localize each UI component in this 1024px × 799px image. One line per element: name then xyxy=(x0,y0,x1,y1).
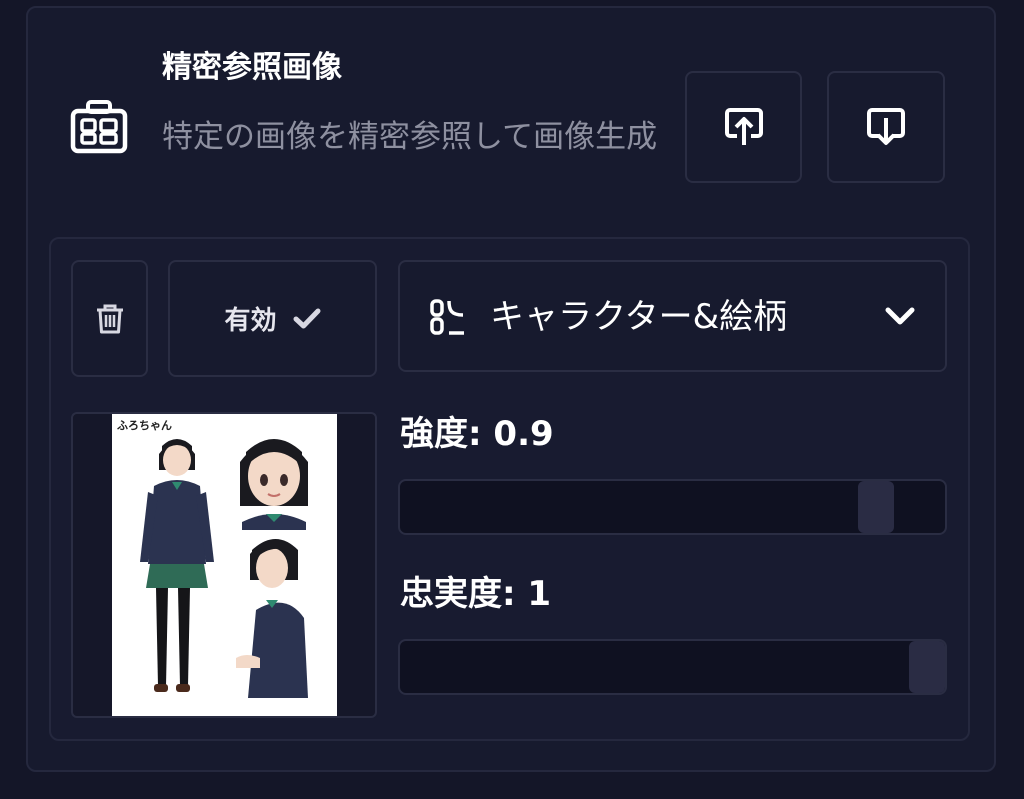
panel-title: 精密参照画像 xyxy=(162,50,342,85)
strength-slider[interactable] xyxy=(398,479,947,535)
fidelity-slider-thumb[interactable] xyxy=(909,641,945,693)
character-sheet-illustration xyxy=(140,439,308,698)
trash-icon xyxy=(96,304,123,333)
chevron-down-icon xyxy=(885,307,915,325)
download-button[interactable] xyxy=(827,71,945,183)
panel-description: 特定の画像を精密参照して画像生成 xyxy=(162,119,658,155)
reference-mode-select[interactable]: キャラクター&絵柄 xyxy=(398,260,947,372)
upload-button[interactable] xyxy=(685,71,802,183)
fidelity-label: 忠実度: 1 xyxy=(400,574,552,614)
strength-slider-thumb[interactable] xyxy=(858,481,895,533)
reference-image[interactable]: ふろちゃん xyxy=(112,414,337,716)
strength-label: 強度: 0.9 xyxy=(400,414,554,454)
download-icon xyxy=(867,108,905,145)
enable-label: 有効 xyxy=(224,306,277,336)
delete-button[interactable] xyxy=(71,260,148,377)
reference-image-caption: ふろちゃん xyxy=(117,419,172,432)
upload-icon xyxy=(724,108,763,145)
reference-mode-selected: キャラクター&絵柄 xyxy=(490,297,788,337)
id-card-icon xyxy=(70,100,128,154)
check-icon xyxy=(293,308,320,328)
character-style-icon xyxy=(430,299,464,335)
fidelity-slider[interactable] xyxy=(398,639,947,695)
enable-toggle-button[interactable]: 有効 xyxy=(168,260,377,377)
